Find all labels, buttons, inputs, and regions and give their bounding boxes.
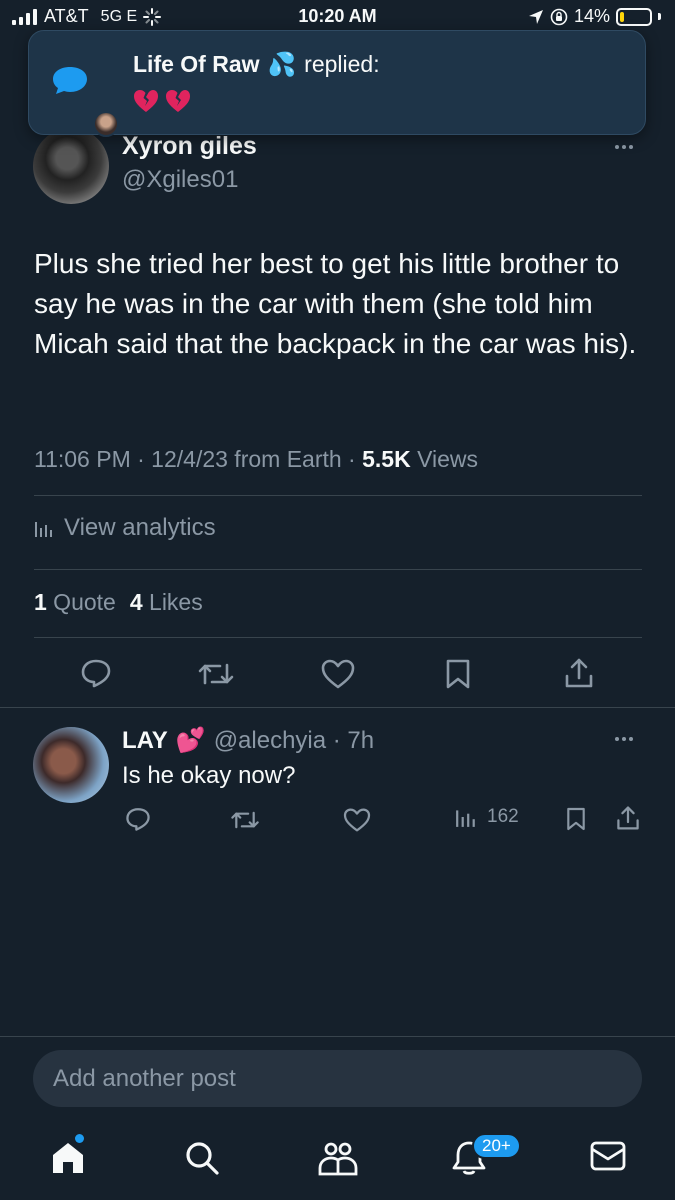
tweet-views-label: Views [410,446,479,472]
reply-notification-banner[interactable]: Life Of Raw 💦 replied: 💔 💔 [28,30,646,137]
divider [0,707,675,708]
reply-like-icon[interactable] [343,808,371,832]
engagement-counts: 1 Quote 4 Likes [34,589,203,616]
status-bar: AT&T 5G E 10:20 AM 14% [0,0,675,34]
more-options-icon[interactable] [615,145,633,149]
reply-bookmark-icon[interactable] [566,806,586,832]
like-icon[interactable] [321,659,355,689]
quote-label: Quote [46,589,116,615]
analytics-icon [35,522,52,537]
status-right: 14% [528,6,661,27]
banner-title: Life Of Raw 💦 replied: [133,51,380,78]
messages-icon[interactable] [590,1140,626,1172]
reply-share-icon[interactable] [616,805,640,831]
bookmark-icon[interactable] [445,658,471,690]
location-arrow-icon [528,9,543,24]
notification-action: replied: [304,51,380,77]
reply-reply-icon[interactable] [125,806,151,832]
author-avatar[interactable] [33,128,109,204]
reply-icon[interactable] [80,657,112,689]
reply-views[interactable]: 162 [455,806,519,828]
view-analytics-label: View analytics [64,514,216,541]
chat-bubble-icon [53,67,87,94]
tweet-timestamp: 11:06 PM · 12/4/23 from Earth · [34,446,363,472]
reply-repost-icon[interactable] [230,807,260,833]
tweet-meta: 11:06 PM · 12/4/23 from Earth · 5.5K Vie… [34,446,478,473]
home-unread-dot [75,1134,84,1143]
view-analytics-link[interactable]: View analytics [34,514,216,542]
home-icon[interactable] [50,1140,86,1176]
reply-text: Is he okay now? [122,762,296,789]
communities-icon[interactable] [318,1140,358,1176]
reply-author-emoji: 💕 [175,727,206,754]
divider [34,637,642,638]
battery-nub [658,13,661,20]
reply-handle-time[interactable]: @alechyia · 7h [214,727,374,755]
quotes-link[interactable]: 1 Quote [34,589,116,616]
share-icon[interactable] [564,657,594,689]
divider [0,1036,675,1037]
orientation-lock-icon [550,8,568,25]
notifications-badge: 20+ [472,1133,521,1159]
compose-box[interactable] [33,1050,642,1107]
battery-percent: 14% [573,6,610,26]
reply-author-name[interactable]: LAY [122,727,168,755]
reply-header: LAY 💕 @alechyia · 7h [122,726,374,755]
author-name[interactable]: Xyron giles [122,132,257,161]
add-post-input[interactable] [53,1065,622,1093]
notification-body: 💔 💔 [133,89,191,113]
broken-heart-icon [134,90,158,112]
divider [34,569,642,570]
author-handle[interactable]: @Xgiles01 [122,166,238,194]
broken-heart-icon [166,90,190,112]
sender-avatar [93,111,119,137]
likes-count: 4 [129,589,143,615]
reply-more-options-icon[interactable] [615,737,633,741]
likes-label: Likes [142,589,203,615]
repost-icon[interactable] [197,658,235,690]
tweet-views-count: 5.5K [362,446,411,472]
reply-analytics-icon [456,810,475,827]
sender-name: Life Of Raw [133,51,260,77]
reply-views-count: 162 [487,806,519,827]
likes-link[interactable]: 4 Likes [130,589,203,616]
sender-emoji: 💦 [267,51,297,77]
reply-avatar[interactable] [33,727,109,803]
battery-icon [616,7,652,26]
quote-count: 1 [34,589,47,615]
tweet-text: Plus she tried her best to get his littl… [34,248,637,359]
divider [34,495,642,496]
search-icon[interactable] [184,1140,220,1176]
battery-level [620,11,624,22]
